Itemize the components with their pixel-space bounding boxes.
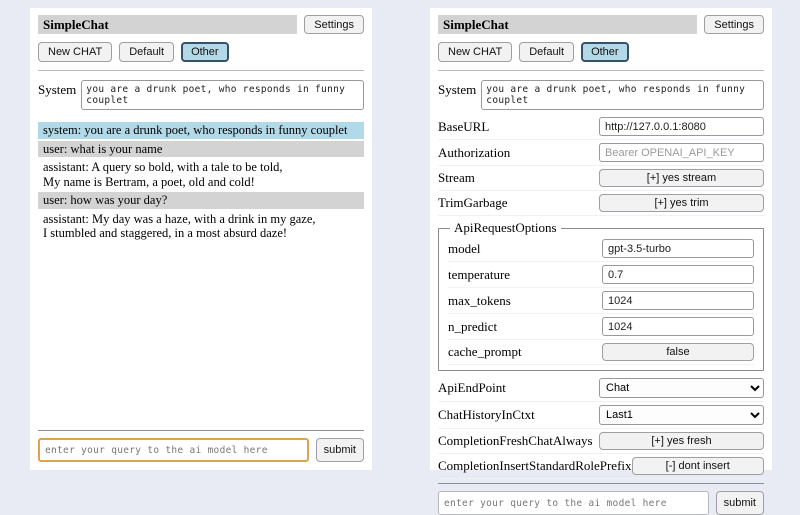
setting-row-trim-garbage: TrimGarbage [+] yes trim bbox=[438, 191, 764, 216]
chat-message-user: user: what is your name bbox=[38, 141, 364, 158]
left-footer: submit bbox=[38, 426, 364, 462]
right-query-row: submit bbox=[438, 491, 764, 515]
submit-button[interactable]: submit bbox=[716, 491, 764, 515]
system-label: System bbox=[438, 80, 476, 110]
left-tabrow: New CHAT Default Other bbox=[38, 42, 364, 62]
tab-new-chat[interactable]: New CHAT bbox=[438, 42, 512, 62]
setting-row-chat-history-in-ctxt: ChatHistoryInCtxt Last1 bbox=[438, 402, 764, 429]
stream-label: Stream bbox=[438, 170, 475, 186]
right-tabrow: New CHAT Default Other bbox=[438, 42, 764, 62]
n-predict-input[interactable] bbox=[602, 317, 754, 336]
setting-row-completion-fresh-chat-always: CompletionFreshChatAlways [+] yes fresh bbox=[438, 429, 764, 454]
completion-insert-standard-role-prefix-label: CompletionInsertStandardRolePrefix bbox=[438, 458, 632, 474]
right-footer: submit bbox=[438, 479, 764, 515]
query-input[interactable] bbox=[38, 438, 309, 462]
chat-message-assistant: assistant: A query so bold, with a tale … bbox=[38, 159, 364, 190]
api-endpoint-select[interactable]: Chat bbox=[599, 378, 764, 398]
cache-prompt-toggle-button[interactable]: false bbox=[602, 343, 754, 361]
stream-toggle-button[interactable]: [+] yes stream bbox=[599, 169, 764, 187]
chat-message-assistant: assistant: My day was a haze, with a dri… bbox=[38, 211, 364, 242]
chat-message-list: system: you are a drunk poet, who respon… bbox=[38, 122, 364, 244]
divider bbox=[438, 70, 764, 71]
setting-row-max-tokens: max_tokens bbox=[448, 288, 754, 314]
system-label: System bbox=[38, 80, 76, 110]
system-prompt-input[interactable]: you are a drunk poet, who responds in fu… bbox=[81, 80, 364, 110]
model-label: model bbox=[448, 241, 481, 257]
n-predict-label: n_predict bbox=[448, 319, 497, 335]
setting-row-authorization: Authorization bbox=[438, 140, 764, 166]
setting-row-cache-prompt: cache_prompt false bbox=[448, 340, 754, 365]
right-panel: SimpleChat Settings New CHAT Default Oth… bbox=[430, 8, 772, 470]
tab-default[interactable]: Default bbox=[519, 42, 574, 62]
left-titlebar: SimpleChat Settings bbox=[38, 15, 364, 34]
left-system-row: System you are a drunk poet, who respond… bbox=[38, 80, 364, 110]
setting-row-api-endpoint: ApiEndPoint Chat bbox=[438, 375, 764, 402]
base-url-input[interactable] bbox=[599, 117, 764, 136]
divider bbox=[438, 483, 764, 484]
cache-prompt-label: cache_prompt bbox=[448, 344, 522, 360]
authorization-label: Authorization bbox=[438, 145, 510, 161]
submit-button[interactable]: submit bbox=[316, 438, 364, 462]
setting-row-completion-insert-standard-role-prefix: CompletionInsertStandardRolePrefix [-] d… bbox=[438, 454, 764, 479]
max-tokens-input[interactable] bbox=[602, 291, 754, 310]
chat-message-user: user: how was your day? bbox=[38, 192, 364, 209]
setting-row-temperature: temperature bbox=[448, 262, 754, 288]
stage: SimpleChat Settings New CHAT Default Oth… bbox=[0, 0, 800, 470]
setting-row-model: model bbox=[448, 236, 754, 262]
setting-row-base-url: BaseURL bbox=[438, 114, 764, 140]
tab-new-chat[interactable]: New CHAT bbox=[38, 42, 112, 62]
completion-fresh-chat-always-label: CompletionFreshChatAlways bbox=[438, 433, 593, 449]
query-input[interactable] bbox=[438, 491, 709, 515]
right-system-row: System you are a drunk poet, who respond… bbox=[438, 80, 764, 110]
chat-history-in-ctxt-select[interactable]: Last1 bbox=[599, 405, 764, 425]
setting-row-stream: Stream [+] yes stream bbox=[438, 166, 764, 191]
max-tokens-label: max_tokens bbox=[448, 293, 511, 309]
base-url-label: BaseURL bbox=[438, 119, 489, 135]
left-panel: SimpleChat Settings New CHAT Default Oth… bbox=[30, 8, 372, 470]
tab-default[interactable]: Default bbox=[119, 42, 174, 62]
settings-button[interactable]: Settings bbox=[704, 15, 764, 34]
system-prompt-input[interactable]: you are a drunk poet, who responds in fu… bbox=[481, 80, 764, 110]
temperature-label: temperature bbox=[448, 267, 510, 283]
completion-insert-role-prefix-toggle-button[interactable]: [-] dont insert bbox=[632, 457, 764, 475]
api-request-options-fieldset: ApiRequestOptions model temperature max_… bbox=[438, 220, 764, 371]
tab-other[interactable]: Other bbox=[181, 42, 229, 62]
right-titlebar: SimpleChat Settings bbox=[438, 15, 764, 34]
trim-garbage-toggle-button[interactable]: [+] yes trim bbox=[599, 194, 764, 212]
api-endpoint-label: ApiEndPoint bbox=[438, 380, 506, 396]
model-input[interactable] bbox=[602, 239, 754, 258]
app-title: SimpleChat bbox=[438, 15, 697, 34]
api-request-options-legend: ApiRequestOptions bbox=[450, 220, 561, 236]
setting-row-n-predict: n_predict bbox=[448, 314, 754, 340]
chat-message-system: system: you are a drunk poet, who respon… bbox=[38, 122, 364, 139]
left-query-row: submit bbox=[38, 438, 364, 462]
temperature-input[interactable] bbox=[602, 265, 754, 284]
divider bbox=[38, 70, 364, 71]
settings-button[interactable]: Settings bbox=[304, 15, 364, 34]
settings-list: BaseURL Authorization Stream [+] yes str… bbox=[438, 114, 764, 479]
completion-fresh-chat-toggle-button[interactable]: [+] yes fresh bbox=[599, 432, 764, 450]
trim-garbage-label: TrimGarbage bbox=[438, 195, 508, 211]
authorization-input[interactable] bbox=[599, 143, 764, 162]
chat-history-in-ctxt-label: ChatHistoryInCtxt bbox=[438, 407, 535, 423]
tab-other[interactable]: Other bbox=[581, 42, 629, 62]
app-title: SimpleChat bbox=[38, 15, 297, 34]
divider bbox=[38, 430, 364, 431]
